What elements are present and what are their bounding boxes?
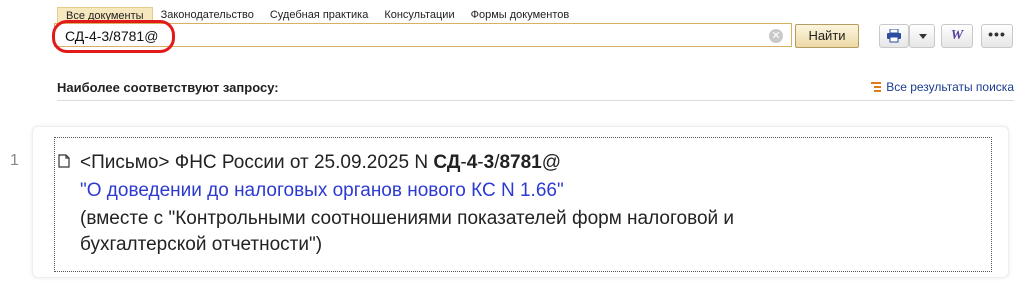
all-results-link[interactable]: Все результаты поиска <box>871 80 1014 94</box>
match-part-1: СД <box>433 152 461 173</box>
word-icon: W <box>950 28 964 43</box>
printer-icon <box>887 29 901 43</box>
more-button[interactable]: ••• <box>981 24 1013 48</box>
section-divider <box>57 100 1014 101</box>
print-dropdown-button[interactable] <box>909 24 935 48</box>
result-number: 1 <box>10 152 19 169</box>
result-heading[interactable]: <Письмо> ФНС России от 25.09.2025 N СД-4… <box>80 152 561 174</box>
clear-icon[interactable]: ✕ <box>769 29 783 43</box>
list-icon <box>871 81 882 92</box>
print-button[interactable] <box>879 24 909 48</box>
search-tabs: Все документы Законодательство Судебная … <box>57 7 577 23</box>
match-part-2: 4 <box>466 152 478 173</box>
tab-all-documents[interactable]: Все документы <box>57 7 153 23</box>
find-button[interactable]: Найти <box>795 24 859 48</box>
tab-consultations[interactable]: Консультации <box>376 7 462 23</box>
result-heading-prefix: <Письмо> ФНС России от 25.09.2025 N <box>80 152 434 173</box>
result-note-line-1: (вместе с "Контрольными соотношениями по… <box>80 208 735 229</box>
match-part-4: 8781 <box>499 152 542 173</box>
result-title-link[interactable]: "О доведении до налоговых органов нового… <box>80 180 564 202</box>
tab-court-practice[interactable]: Судебная практика <box>262 7 376 23</box>
result-note-line-2: бухгалтерской отчетности") <box>80 234 323 255</box>
section-title: Наиболее соответствуют запросу: <box>57 80 279 95</box>
tab-legislation[interactable]: Законодательство <box>153 7 262 23</box>
all-results-label: Все результаты поиска <box>886 80 1014 94</box>
match-part-3: 3 <box>483 152 495 173</box>
export-word-button[interactable]: W <box>941 24 973 48</box>
result-heading-suffix: @ <box>541 152 562 173</box>
search-input[interactable] <box>65 27 745 44</box>
search-box: ✕ <box>54 23 792 47</box>
chevron-down-icon <box>919 34 927 39</box>
document-icon <box>58 154 70 168</box>
tab-document-forms[interactable]: Формы документов <box>463 7 578 23</box>
more-icon: ••• <box>988 26 1006 42</box>
